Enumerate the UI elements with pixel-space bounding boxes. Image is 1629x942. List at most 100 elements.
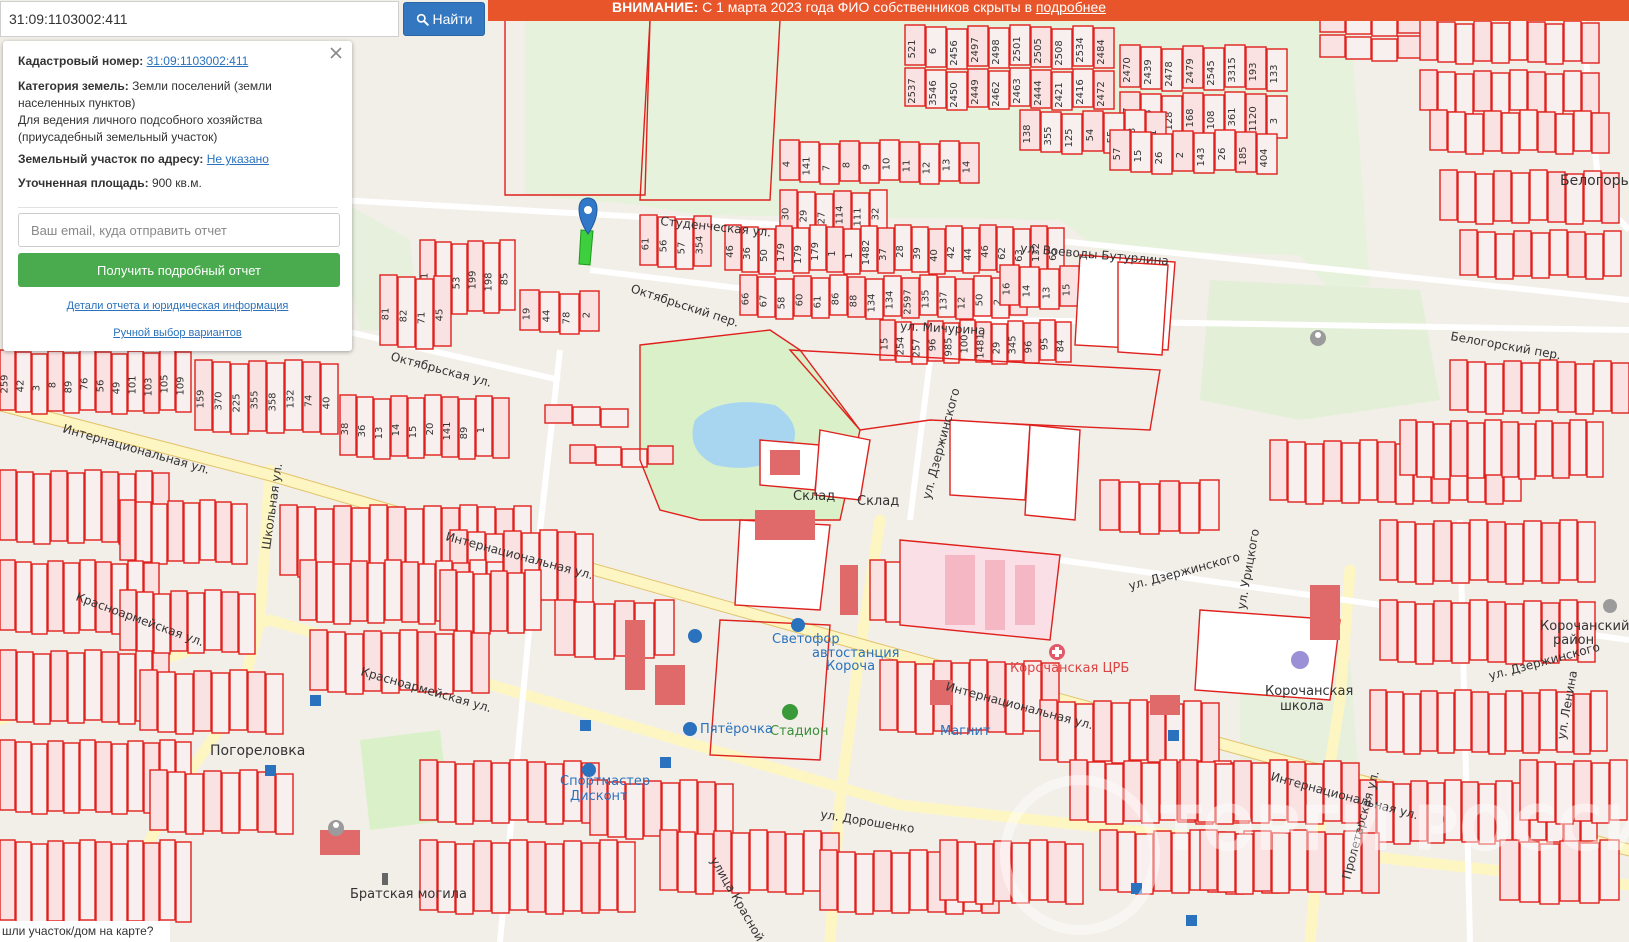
parcel[interactable] (1503, 360, 1522, 412)
parcel[interactable] (229, 669, 248, 731)
parcel[interactable] (654, 599, 675, 656)
parcel[interactable] (677, 831, 696, 893)
parcel[interactable] (149, 769, 168, 831)
parcel[interactable] (1377, 441, 1396, 503)
parcel[interactable] (279, 504, 298, 576)
parcel[interactable] (1518, 423, 1536, 480)
parcel[interactable] (1087, 761, 1106, 823)
parcel[interactable] (33, 473, 51, 545)
parcel[interactable] (839, 140, 860, 182)
parcel[interactable] (1491, 22, 1510, 64)
parcel[interactable] (151, 503, 168, 565)
parcel[interactable] (1513, 230, 1532, 277)
parcel[interactable] (524, 569, 542, 631)
parcel[interactable] (1439, 169, 1458, 221)
parcel[interactable] (15, 561, 32, 633)
parcel[interactable] (581, 842, 600, 914)
parcel[interactable] (647, 445, 674, 465)
parcel[interactable] (1505, 690, 1523, 752)
parcel[interactable] (15, 841, 32, 923)
parcel[interactable] (257, 771, 276, 833)
parcel[interactable] (1397, 35, 1424, 59)
parcel[interactable] (595, 446, 622, 466)
parcel[interactable] (185, 773, 204, 835)
parcel[interactable] (16, 651, 34, 723)
parcel[interactable] (957, 841, 976, 903)
parcel[interactable] (118, 653, 136, 725)
parcel[interactable] (50, 470, 68, 542)
parcel[interactable] (1557, 361, 1576, 413)
parcel[interactable] (119, 499, 136, 561)
parcel[interactable] (1419, 19, 1438, 61)
parcel[interactable] (265, 673, 284, 735)
parcel[interactable] (1511, 172, 1530, 224)
parcel[interactable] (1505, 523, 1524, 585)
parcel[interactable] (47, 350, 64, 412)
parcel[interactable] (1537, 111, 1556, 153)
parcel[interactable] (333, 563, 351, 625)
parcel[interactable] (1523, 520, 1542, 582)
parcel[interactable] (0, 649, 17, 721)
parcel[interactable] (826, 226, 844, 273)
parcel[interactable] (1359, 439, 1378, 501)
parcel[interactable] (697, 781, 716, 838)
parcel[interactable] (819, 143, 840, 185)
parcel[interactable] (545, 843, 564, 915)
parcel[interactable] (203, 770, 222, 832)
parcel[interactable] (1455, 73, 1474, 115)
parcel[interactable] (31, 843, 48, 925)
parcel[interactable] (473, 760, 492, 822)
parcel[interactable] (157, 671, 176, 733)
parcel[interactable] (1477, 231, 1496, 278)
parcel[interactable] (579, 290, 600, 332)
parcel[interactable] (1473, 20, 1492, 62)
parcel[interactable] (183, 502, 200, 564)
parcel[interactable] (859, 142, 880, 184)
parcel[interactable] (1099, 479, 1120, 531)
parcel[interactable] (67, 472, 85, 544)
parcel[interactable] (1129, 699, 1148, 761)
selected-parcel[interactable] (578, 229, 594, 266)
parcel[interactable] (554, 599, 575, 656)
parcel[interactable] (490, 570, 508, 632)
parcel[interactable] (1509, 19, 1528, 61)
parcel[interactable] (1287, 441, 1306, 503)
parcel[interactable] (1541, 522, 1560, 584)
parcel[interactable] (1416, 421, 1434, 478)
parcel[interactable] (1491, 72, 1510, 114)
parcel[interactable] (779, 139, 800, 181)
parcel[interactable] (509, 839, 528, 911)
parcel[interactable] (545, 763, 564, 825)
parcel[interactable] (84, 469, 102, 541)
parcel[interactable] (1399, 419, 1417, 476)
parcel[interactable] (473, 573, 491, 635)
parcel[interactable] (127, 740, 144, 812)
parcel[interactable] (84, 649, 102, 721)
parcel[interactable] (221, 772, 240, 834)
parcel[interactable] (1488, 693, 1506, 755)
parcel[interactable] (473, 840, 492, 912)
parcel[interactable] (1449, 359, 1468, 411)
parcel[interactable] (1567, 231, 1586, 278)
parcel[interactable] (803, 830, 822, 892)
parcel[interactable] (599, 839, 618, 911)
parcel[interactable] (1573, 693, 1591, 755)
parcel[interactable] (1323, 440, 1342, 502)
parcel[interactable] (625, 783, 644, 840)
parcel[interactable] (1379, 519, 1398, 581)
parcel[interactable] (127, 840, 144, 922)
parcel[interactable] (193, 670, 212, 732)
parcel[interactable] (1501, 421, 1519, 478)
parcel[interactable] (1467, 361, 1486, 413)
parcel[interactable] (239, 769, 258, 831)
parcel[interactable] (1522, 692, 1540, 754)
parcel[interactable] (1467, 422, 1485, 479)
parcel[interactable] (1539, 689, 1557, 751)
parcel[interactable] (1319, 34, 1346, 58)
parcel[interactable] (925, 26, 947, 68)
parcel[interactable] (617, 841, 636, 913)
parcel[interactable] (1397, 601, 1416, 663)
parcel[interactable] (247, 671, 266, 733)
parcel[interactable] (1341, 442, 1360, 504)
parcel[interactable] (1569, 419, 1587, 476)
